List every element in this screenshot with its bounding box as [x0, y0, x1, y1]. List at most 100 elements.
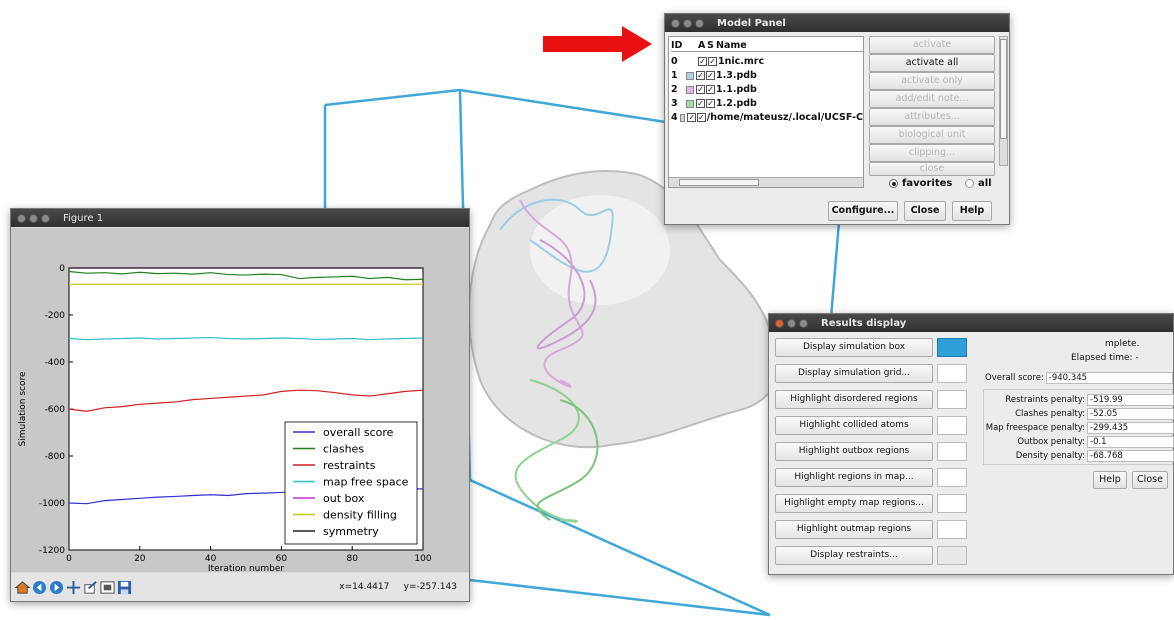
legend-label: symmetry [323, 525, 379, 538]
header-id[interactable]: ID [671, 40, 686, 51]
scrollbar-thumb[interactable] [679, 179, 759, 186]
disordered-regions-color-swatch[interactable] [937, 390, 967, 409]
back-icon[interactable] [32, 580, 47, 595]
simulation-grid-color-swatch[interactable] [937, 364, 967, 383]
display-restraints-button[interactable]: Display restraints... [775, 546, 933, 565]
cursor-coordinates: x=14.4417 y=-257.143 [339, 582, 457, 592]
clipping-button[interactable]: clipping... [869, 144, 995, 162]
elapsed-time: Elapsed time: - [1071, 353, 1139, 363]
activate-button[interactable]: activate [869, 36, 995, 54]
penalty-label: Map freespace penalty: [985, 422, 1085, 433]
penalty-label: Clashes penalty: [1015, 408, 1085, 419]
shown-checkbox[interactable]: ✓ [706, 85, 715, 94]
display-simulation-grid-button[interactable]: Display simulation grid... [775, 364, 933, 383]
y-tick-label: 0 [59, 264, 65, 274]
active-checkbox[interactable]: ✓ [698, 57, 707, 66]
outbox-regions-color-swatch[interactable] [937, 442, 967, 461]
header-name[interactable]: Name [716, 40, 747, 51]
simulation-box-color-swatch[interactable] [937, 338, 967, 357]
display-simulation-box-button[interactable]: Display simulation box [775, 338, 933, 357]
scrollbar-thumb[interactable] [1000, 39, 1007, 139]
horizontal-scrollbar[interactable] [669, 177, 863, 187]
configure-button[interactable]: Configure... [828, 201, 898, 221]
legend-label: map free space [323, 476, 409, 489]
zoom-icon[interactable] [83, 580, 98, 595]
score-summary-panel: mplete. Elapsed time: - Overall score: -… [983, 333, 1174, 574]
favorites-radio[interactable]: favorites [889, 178, 952, 189]
penalty-value: -0.1 [1087, 435, 1174, 448]
help-button[interactable]: Help [952, 201, 992, 221]
model-table[interactable]: ID A S Name 0 ✓ ✓ 1nic.mrc 1 ✓ ✓ 1.3.pdb 2… [668, 36, 864, 188]
close-window-icon[interactable] [671, 18, 680, 28]
close-button[interactable]: Close [904, 201, 946, 221]
table-row[interactable]: 1 ✓ ✓ 1.3.pdb [671, 69, 757, 82]
status-text: mplete. [1105, 339, 1140, 349]
shown-checkbox[interactable]: ✓ [697, 113, 706, 122]
close-window-icon[interactable] [775, 318, 784, 328]
score-chart[interactable]: 0 20 40 60 80 100 0 -200 -400 -600 -800 -1000 -1200 I… [11, 228, 469, 572]
empty-map-regions-color-swatch[interactable] [937, 494, 967, 513]
shown-checkbox[interactable]: ✓ [706, 71, 715, 80]
maximize-window-icon[interactable] [799, 318, 808, 328]
minimize-window-icon[interactable] [787, 318, 796, 328]
row-id: 1 [671, 70, 678, 81]
minimize-window-icon[interactable] [683, 18, 692, 28]
active-checkbox[interactable]: ✓ [696, 99, 705, 108]
activate-only-button[interactable]: activate only [869, 72, 995, 90]
close-button[interactable]: Close [1132, 471, 1168, 489]
highlight-outbox-regions-button[interactable]: Highlight outbox regions [775, 442, 933, 461]
activate-all-button[interactable]: activate all [869, 54, 995, 72]
active-checkbox[interactable]: ✓ [696, 85, 705, 94]
x-tick-label: 80 [346, 554, 358, 564]
forward-icon[interactable] [49, 580, 64, 595]
table-row[interactable]: 0 ✓ ✓ 1nic.mrc [671, 55, 764, 68]
model-color-swatch[interactable] [686, 99, 694, 108]
shown-checkbox[interactable]: ✓ [706, 99, 715, 108]
active-checkbox[interactable]: ✓ [696, 71, 705, 80]
subplots-icon[interactable] [100, 580, 115, 595]
close-model-button[interactable]: close [869, 162, 995, 176]
highlight-regions-in-map-button[interactable]: Highlight regions in map... [775, 468, 933, 487]
all-radio[interactable]: all [965, 178, 992, 189]
maximize-window-icon[interactable] [695, 18, 704, 28]
model-color-swatch[interactable] [686, 85, 694, 94]
vertical-scrollbar[interactable] [999, 36, 1008, 166]
biological-unit-button[interactable]: biological unit [869, 126, 995, 144]
maximize-window-icon[interactable] [41, 213, 50, 223]
penalty-label: Restraints penalty: [1005, 394, 1085, 405]
shown-checkbox[interactable]: ✓ [708, 57, 717, 66]
header-a[interactable]: A [698, 40, 707, 51]
pan-icon[interactable] [66, 580, 81, 595]
add-edit-note-button[interactable]: add/edit note... [869, 90, 995, 108]
attributes-button[interactable]: attributes... [869, 108, 995, 126]
active-checkbox[interactable]: ✓ [687, 113, 697, 122]
model-color-swatch[interactable] [679, 113, 686, 122]
regions-in-map-color-swatch[interactable] [937, 468, 967, 487]
outmap-regions-color-swatch[interactable] [937, 520, 967, 539]
highlight-disordered-regions-button[interactable]: Highlight disordered regions [775, 390, 933, 409]
table-row[interactable]: 4 ✓ ✓ /home/mateusz/.local/UCSF-C [671, 111, 863, 124]
x-tick-label: 60 [276, 554, 288, 564]
restraints-color-swatch[interactable] [937, 546, 967, 565]
penalties-box: Restraints penalty: -519.99 Clashes penal… [983, 389, 1174, 465]
highlight-collided-atoms-button[interactable]: Highlight collided atoms [775, 416, 933, 435]
highlight-outmap-regions-button[interactable]: Highlight outmap regions [775, 520, 933, 539]
legend-label: restraints [323, 459, 376, 472]
close-window-icon[interactable] [17, 213, 26, 223]
y-tick-label: -1000 [39, 499, 65, 509]
help-button[interactable]: Help [1093, 471, 1127, 489]
minimize-window-icon[interactable] [29, 213, 38, 223]
collided-atoms-color-swatch[interactable] [937, 416, 967, 435]
x-tick-label: 40 [205, 554, 217, 564]
highlight-empty-map-regions-button[interactable]: Highlight empty map regions... [775, 494, 933, 513]
overall-score-value: -940.345 [1045, 372, 1173, 384]
model-color-swatch[interactable] [686, 71, 694, 80]
table-row[interactable]: 2 ✓ ✓ 1.1.pdb [671, 83, 757, 96]
save-icon[interactable] [117, 580, 132, 595]
restraints-penalty-row: Restraints penalty: -519.99 [984, 393, 1174, 406]
y-tick-label: -1200 [39, 546, 65, 556]
table-row[interactable]: 3 ✓ ✓ 1.2.pdb [671, 97, 757, 110]
table-header: ID A S Name [671, 39, 863, 52]
header-s[interactable]: S [707, 40, 716, 51]
home-icon[interactable] [15, 580, 30, 595]
